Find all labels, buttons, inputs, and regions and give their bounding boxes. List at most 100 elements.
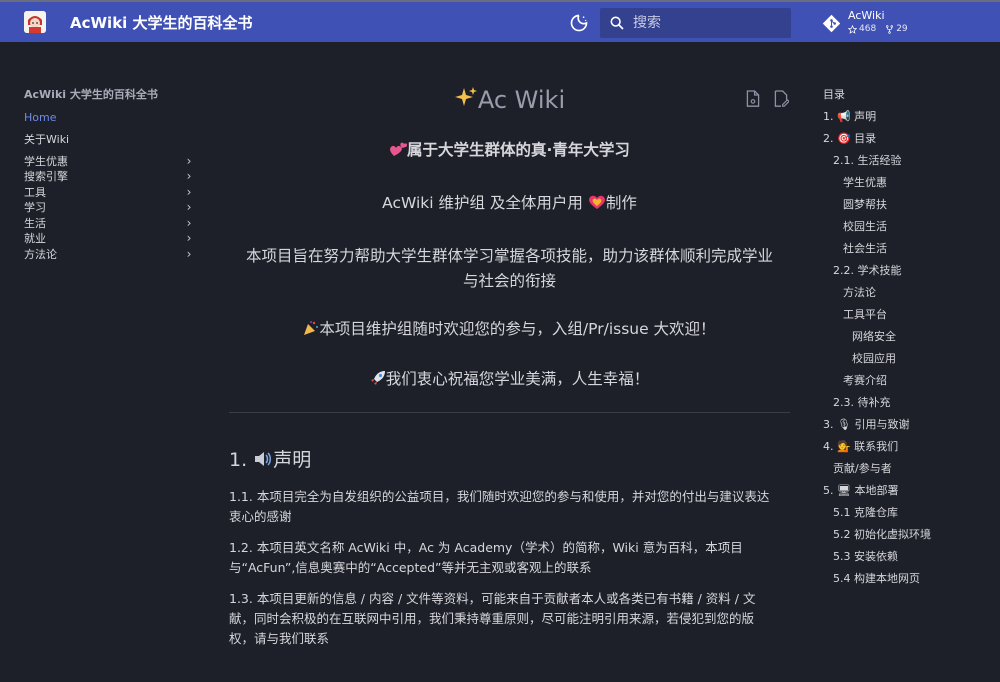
sidebar-item-label: 关于Wiki	[24, 133, 70, 147]
mission-line-1: 本项目旨在努力帮助大学生群体学习掌握各项技能，助力该群体顺利完成学业	[245, 247, 773, 265]
sparkles-icon	[454, 84, 478, 120]
toc-item-references[interactable]: 3. 🎙 引用与致谢	[823, 418, 993, 440]
paragraph-line: 权，请与我们联系	[229, 631, 330, 646]
site-logo[interactable]	[24, 11, 46, 33]
sidebar-item-search-engines[interactable]: 搜索引擎 ›	[24, 169, 194, 185]
site-title[interactable]: AcWiki 大学生的百科全书	[70, 12, 253, 33]
top-header: AcWiki 大学生的百科全书 AcWiki 468	[0, 0, 1000, 42]
toc-item-student-discounts[interactable]: 学生优惠	[823, 176, 993, 198]
sidebar-item-label: 工具	[24, 185, 46, 199]
paragraph-line: 1.3. 本项目更新的信息 / 内容 / 文件等资料，可能来自于贡献者本人或各类…	[229, 591, 756, 606]
toc-item-campus-life[interactable]: 校园生活	[823, 220, 993, 242]
page-title-text: Ac Wiki	[477, 86, 566, 114]
tagline: 属于大学生群体的真·青年大学习	[229, 138, 790, 165]
chevron-right-icon: ›	[186, 215, 192, 230]
sidebar-item-career[interactable]: 就业 ›	[24, 231, 194, 247]
search-icon	[610, 16, 624, 30]
paragraph-line: 1.1. 本项目完全为自发组织的公益项目，我们随时欢迎您的参与和使用，并对您的付…	[229, 489, 770, 504]
sidebar-item-study[interactable]: 学习 ›	[24, 200, 194, 216]
edit-page-icon[interactable]	[773, 90, 789, 108]
speaker-icon	[253, 450, 273, 473]
search-box[interactable]	[600, 8, 791, 38]
toc-item-tool-platforms[interactable]: 工具平台	[823, 308, 993, 330]
sidebar-item-label: 学生优惠	[24, 154, 68, 168]
sidebar-item-label: 就业	[24, 232, 46, 246]
repo-link[interactable]: AcWiki 468 29	[822, 9, 992, 39]
sidebar-item-student-discounts[interactable]: 学生优惠 ›	[24, 153, 194, 169]
section-heading-text: 声明	[273, 449, 312, 471]
chevron-right-icon: ›	[186, 169, 192, 184]
tagline-text: 属于大学生群体的真·青年大学习	[407, 141, 630, 159]
chevron-right-icon: ›	[186, 184, 192, 199]
toc-item-build-site[interactable]: 5.4 构建本地网页	[823, 572, 993, 594]
view-source-icon[interactable]	[745, 90, 761, 108]
chevron-right-icon: ›	[186, 231, 192, 246]
sidebar-item-methodology[interactable]: 方法论 ›	[24, 246, 194, 262]
welcome-line: 本项目维护组随时欢迎您的参与，入组/Pr/issue 大欢迎！	[229, 317, 790, 344]
mission-line-2: 与社会的衔接	[462, 272, 556, 290]
toc-item-methodology[interactable]: 方法论	[823, 286, 993, 308]
paragraph-line: 与“AcFun”,信息奥赛中的“Accepted”等并无主观或客观上的联系	[229, 560, 592, 575]
toc-item-clone-repo[interactable]: 5.1 克隆仓库	[823, 506, 993, 528]
toc-item-competitions[interactable]: 考赛介绍	[823, 374, 993, 396]
toc-item-contributors[interactable]: 贡献/参与者	[823, 462, 993, 484]
toc-item-install-deps[interactable]: 5.3 安装依赖	[823, 550, 993, 572]
chevron-right-icon: ›	[186, 200, 192, 215]
section-heading-statement: 1. 声明	[229, 445, 790, 473]
repo-stats: 468 29	[848, 24, 908, 34]
star-count: 468	[859, 24, 877, 34]
page-title: Ac Wiki	[229, 82, 790, 118]
toc-item-campus-apps[interactable]: 校园应用	[823, 352, 993, 374]
page-actions	[745, 90, 789, 108]
section-heading-number: 1.	[229, 449, 248, 471]
blessing-text: 我们衷心祝福您学业美满，人生幸福！	[385, 370, 650, 388]
heart-icon	[588, 193, 606, 218]
sidebar-title: AcWiki 大学生的百科全书	[24, 88, 158, 101]
toc-item-contact[interactable]: 4. 💁 联系我们	[823, 440, 993, 462]
toc-item-network-security[interactable]: 网络安全	[823, 330, 993, 352]
statement-paragraph-1: 1.1. 本项目完全为自发组织的公益项目，我们随时欢迎您的参与和使用，并对您的付…	[229, 487, 790, 527]
statement-paragraph-2: 1.2. 本项目英文名称 AcWiki 中，Ac 为 Academy（学术）的简…	[229, 538, 790, 578]
credits-line: AcWiki 维护组 及全体用户用 制作	[229, 191, 790, 218]
sidebar-item-label: 生活	[24, 216, 46, 230]
table-of-contents: 目录 1. 📢 声明 2. 🎯 目录 2.1. 生活经验 学生优惠 圆梦帮扶 校…	[823, 86, 993, 594]
party-popper-icon	[303, 319, 319, 344]
git-repo-icon	[822, 14, 841, 33]
fork-icon	[886, 24, 894, 34]
chevron-right-icon: ›	[186, 153, 192, 168]
fork-count: 29	[896, 24, 908, 34]
toc-item-life-experience[interactable]: 2.1. 生活经验	[823, 154, 993, 176]
toc-item-contents[interactable]: 2. 🎯 目录	[823, 132, 993, 154]
main-content: Ac Wiki 属于大学生群体的真·青年大学习 AcWiki 维护组 及全体用户…	[229, 82, 790, 649]
dark-mode-toggle-icon[interactable]	[569, 13, 589, 33]
sidebar-item-label: 方法论	[24, 247, 57, 261]
sidebar-item-life[interactable]: 生活 ›	[24, 215, 194, 231]
sidebar-item-label: 学习	[24, 201, 46, 215]
toc-item-to-be-added[interactable]: 2.3. 待补充	[823, 396, 993, 418]
blessing-line: 我们衷心祝福您学业美满，人生幸福！	[229, 367, 790, 394]
sidebar-item-about[interactable]: 关于Wiki	[24, 132, 194, 148]
credits-suffix: 制作	[605, 194, 637, 212]
sidebar-item-home[interactable]: Home	[24, 110, 194, 126]
toc-item-local-deploy[interactable]: 5. 🖥 本地部署	[823, 484, 993, 506]
two-hearts-icon	[389, 140, 408, 165]
mission-text: 本项目旨在努力帮助大学生群体学习掌握各项技能，助力该群体顺利完成学业 与社会的衔…	[229, 244, 790, 294]
toc-item-social-life[interactable]: 社会生活	[823, 242, 993, 264]
toc-item-init-venv[interactable]: 5.2 初始化虚拟环境	[823, 528, 993, 550]
toc-item-statement[interactable]: 1. 📢 声明	[823, 110, 993, 132]
chevron-right-icon: ›	[186, 246, 192, 261]
search-input[interactable]	[633, 15, 773, 31]
star-icon	[848, 24, 857, 34]
paragraph-line: 1.2. 本项目英文名称 AcWiki 中，Ac 为 Academy（学术）的简…	[229, 540, 743, 555]
primary-sidebar: AcWiki 大学生的百科全书 Home 关于Wiki 学生优惠 › 搜索引擎 › …	[24, 86, 194, 262]
toc-item-dream-support[interactable]: 圆梦帮扶	[823, 198, 993, 220]
paragraph-line: 衷心的感谢	[229, 509, 292, 524]
statement-paragraph-3: 1.3. 本项目更新的信息 / 内容 / 文件等资料，可能来自于贡献者本人或各类…	[229, 589, 790, 649]
sidebar-item-label: Home	[24, 111, 57, 125]
credits-text: AcWiki 维护组 及全体用户用	[382, 194, 583, 212]
rocket-icon	[370, 369, 386, 394]
sidebar-item-tools[interactable]: 工具 ›	[24, 184, 194, 200]
toc-item-academic-skills[interactable]: 2.2. 学术技能	[823, 264, 993, 286]
repo-name: AcWiki	[848, 9, 885, 22]
welcome-text: 本项目维护组随时欢迎您的参与，入组/Pr/issue 大欢迎！	[319, 320, 716, 338]
